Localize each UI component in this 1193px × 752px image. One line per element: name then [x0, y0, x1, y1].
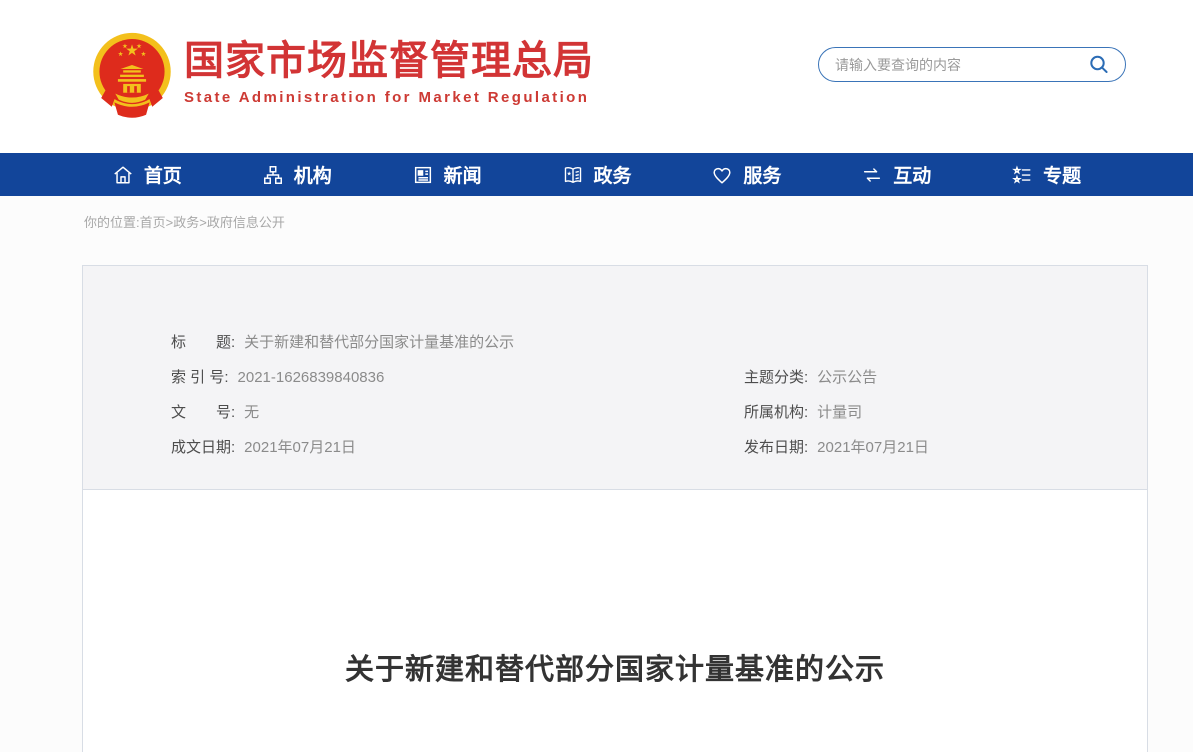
nav-item-interaction[interactable]: 互动	[821, 153, 971, 196]
site-title: 国家市场监督管理总局	[184, 38, 594, 84]
meta-category-label: 主题分类:	[744, 366, 808, 387]
meta-publish-date-value: 2021年07月21日	[817, 436, 929, 457]
meta-title-value: 关于新建和替代部分国家计量基准的公示	[244, 331, 514, 352]
main-nav: 首页 机构 新闻	[0, 153, 1193, 196]
heart-icon	[711, 164, 733, 186]
meta-docnum-value: 无	[244, 401, 259, 422]
nav-label: 专题	[1043, 161, 1081, 188]
nav-label: 互动	[893, 161, 931, 188]
nav-label: 机构	[294, 161, 332, 188]
article-panel: 关于新建和替代部分国家计量基准的公示	[82, 490, 1148, 752]
nav-item-services[interactable]: 服务	[671, 153, 821, 196]
meta-row-dates: 成文日期: 2021年07月21日 发布日期: 2021年07月21日	[83, 429, 1147, 464]
breadcrumb-item-gov[interactable]: 政务	[173, 215, 199, 230]
newspaper-icon	[412, 164, 434, 186]
content-area: 你的位置:首页>政务>政府信息公开 标 题: 关于新建和替代部分国家计量基准的公…	[0, 196, 1193, 752]
breadcrumb-item-disclosure[interactable]: 政府信息公开	[207, 215, 285, 230]
exchange-arrows-icon	[861, 164, 883, 186]
meta-written-date-label: 成文日期:	[171, 436, 235, 457]
nav-item-gov[interactable]: 政务	[522, 153, 672, 196]
search-icon[interactable]	[1087, 53, 1111, 77]
breadcrumb-item-home[interactable]: 首页	[140, 215, 166, 230]
document-meta-panel: 标 题: 关于新建和替代部分国家计量基准的公示 索 引 号: 2021-1626…	[82, 265, 1148, 490]
meta-index-value: 2021-1626839840836	[238, 369, 385, 386]
nav-item-orgs[interactable]: 机构	[222, 153, 372, 196]
nav-label: 新闻	[444, 161, 482, 188]
nav-item-home[interactable]: 首页	[72, 153, 222, 196]
site-header: 国家市场监督管理总局 State Administration for Mark…	[0, 0, 1193, 153]
meta-category-value: 公示公告	[817, 366, 877, 387]
nav-label: 首页	[144, 161, 182, 188]
site-subtitle: State Administration for Market Regulati…	[184, 89, 594, 106]
nav-label: 政务	[594, 161, 632, 188]
meta-index-label: 索 引 号:	[171, 366, 229, 387]
nav-label: 服务	[743, 161, 781, 188]
site-titles: 国家市场监督管理总局 State Administration for Mark…	[184, 38, 594, 106]
meta-publish-date-label: 发布日期:	[744, 436, 808, 457]
meta-row-title: 标 题: 关于新建和替代部分国家计量基准的公示	[83, 324, 1147, 359]
site-search	[818, 47, 1126, 82]
meta-docnum-label: 文 号:	[171, 401, 235, 422]
meta-row-docnum: 文 号: 无 所属机构: 计量司	[83, 394, 1147, 429]
meta-department-label: 所属机构:	[744, 401, 808, 422]
open-book-icon	[562, 164, 584, 186]
breadcrumb: 你的位置:首页>政务>政府信息公开	[0, 196, 1193, 231]
nav-item-topics[interactable]: 专题	[971, 153, 1121, 196]
article-title: 关于新建和替代部分国家计量基准的公示	[83, 646, 1147, 688]
breadcrumb-prefix: 你的位置:	[84, 215, 140, 230]
national-emblem-icon	[88, 30, 176, 122]
meta-title-label: 标 题:	[171, 331, 235, 352]
breadcrumb-separator: >	[199, 215, 207, 230]
org-chart-icon	[262, 164, 284, 186]
meta-written-date-value: 2021年07月21日	[244, 436, 356, 457]
star-list-icon	[1011, 164, 1033, 186]
nav-item-news[interactable]: 新闻	[372, 153, 522, 196]
search-input[interactable]	[835, 57, 1087, 73]
home-icon	[112, 164, 134, 186]
meta-department-value: 计量司	[817, 401, 862, 422]
meta-row-index: 索 引 号: 2021-1626839840836 主题分类: 公示公告	[83, 359, 1147, 394]
